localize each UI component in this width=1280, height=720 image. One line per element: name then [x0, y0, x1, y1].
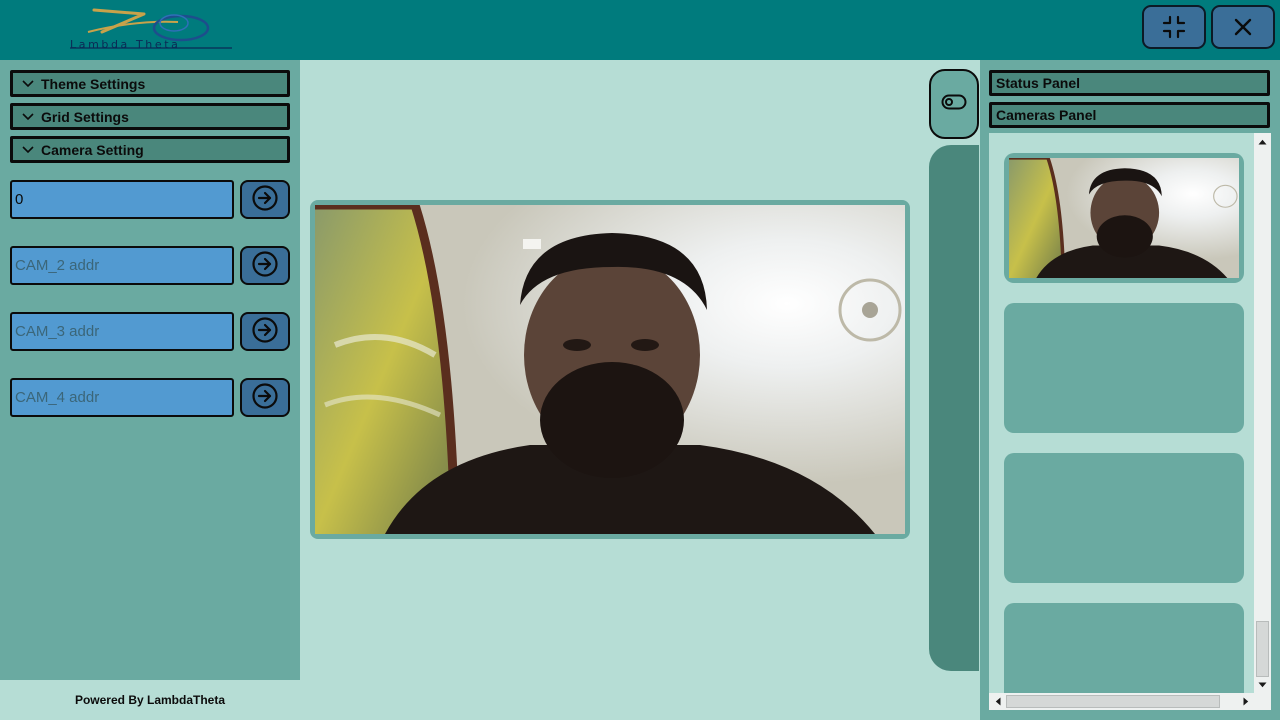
- settings-sidebar: Theme Settings Grid Settings Camera Sett…: [0, 60, 300, 680]
- horizontal-scroll-thumb[interactable]: [1006, 695, 1220, 708]
- cam-1-connect-button[interactable]: [240, 180, 290, 219]
- minimize-button[interactable]: [1142, 5, 1206, 49]
- accordion-label: Theme Settings: [41, 75, 146, 92]
- panel-toggle-button[interactable]: [929, 69, 979, 139]
- camera-tile-3[interactable]: [1004, 453, 1244, 583]
- top-bar: Lambda Theta: [0, 0, 1280, 60]
- toggle-icon: [941, 94, 967, 114]
- side-rail: [929, 145, 979, 671]
- camera-tile-2[interactable]: [1004, 303, 1244, 433]
- grid-settings-accordion[interactable]: Grid Settings: [10, 103, 290, 130]
- arrow-right-circle-icon: [251, 382, 279, 414]
- compress-icon: [1161, 14, 1187, 40]
- cam-1-address-input[interactable]: [10, 180, 234, 219]
- horizontal-scrollbar[interactable]: [989, 693, 1254, 710]
- scroll-corner: [1254, 693, 1271, 710]
- arrow-right-circle-icon: [251, 316, 279, 348]
- camera-feed: [315, 205, 905, 534]
- vertical-scrollbar[interactable]: [1254, 133, 1271, 693]
- scroll-up-icon[interactable]: [1255, 134, 1270, 149]
- chevron-down-icon: [21, 112, 35, 121]
- cam-4-connect-button[interactable]: [240, 378, 290, 417]
- footer-text: Powered By LambdaTheta: [74, 693, 226, 707]
- chevron-down-icon: [21, 79, 35, 88]
- cam-2-connect-button[interactable]: [240, 246, 290, 285]
- status-panel-label: Status Panel: [996, 75, 1081, 91]
- lambda-theta-logo: Lambda Theta: [66, 4, 236, 54]
- scroll-down-icon[interactable]: [1255, 677, 1270, 692]
- arrow-right-circle-icon: [251, 184, 279, 216]
- logo-text: Lambda Theta: [70, 38, 181, 51]
- accordion-label: Grid Settings: [41, 108, 129, 125]
- cameras-list[interactable]: [989, 133, 1271, 720]
- cameras-panel-label: Cameras Panel: [996, 107, 1097, 123]
- cameras-panel-header[interactable]: Cameras Panel: [989, 102, 1270, 128]
- scroll-right-icon[interactable]: [1238, 694, 1253, 709]
- status-panel-header[interactable]: Status Panel: [989, 70, 1270, 96]
- camera-setting-accordion[interactable]: Camera Setting: [10, 136, 290, 163]
- cam-3-address-input[interactable]: [10, 312, 234, 351]
- arrow-right-circle-icon: [251, 250, 279, 282]
- right-panel: Status Panel Cameras Panel: [980, 60, 1280, 720]
- theme-settings-accordion[interactable]: Theme Settings: [10, 70, 290, 97]
- cam-2-address-input[interactable]: [10, 246, 234, 285]
- main-video-frame: [310, 200, 910, 539]
- close-icon: [1233, 17, 1253, 37]
- chevron-down-icon: [21, 145, 35, 154]
- camera-thumbnail: [1009, 158, 1239, 278]
- camera-tile-1[interactable]: [1004, 153, 1244, 283]
- cam-4-address-input[interactable]: [10, 378, 234, 417]
- footer: Powered By LambdaTheta: [0, 680, 300, 720]
- close-button[interactable]: [1211, 5, 1275, 49]
- cam-3-connect-button[interactable]: [240, 312, 290, 351]
- accordion-label: Camera Setting: [41, 141, 144, 158]
- vertical-scroll-thumb[interactable]: [1256, 621, 1269, 677]
- scroll-left-icon[interactable]: [990, 694, 1005, 709]
